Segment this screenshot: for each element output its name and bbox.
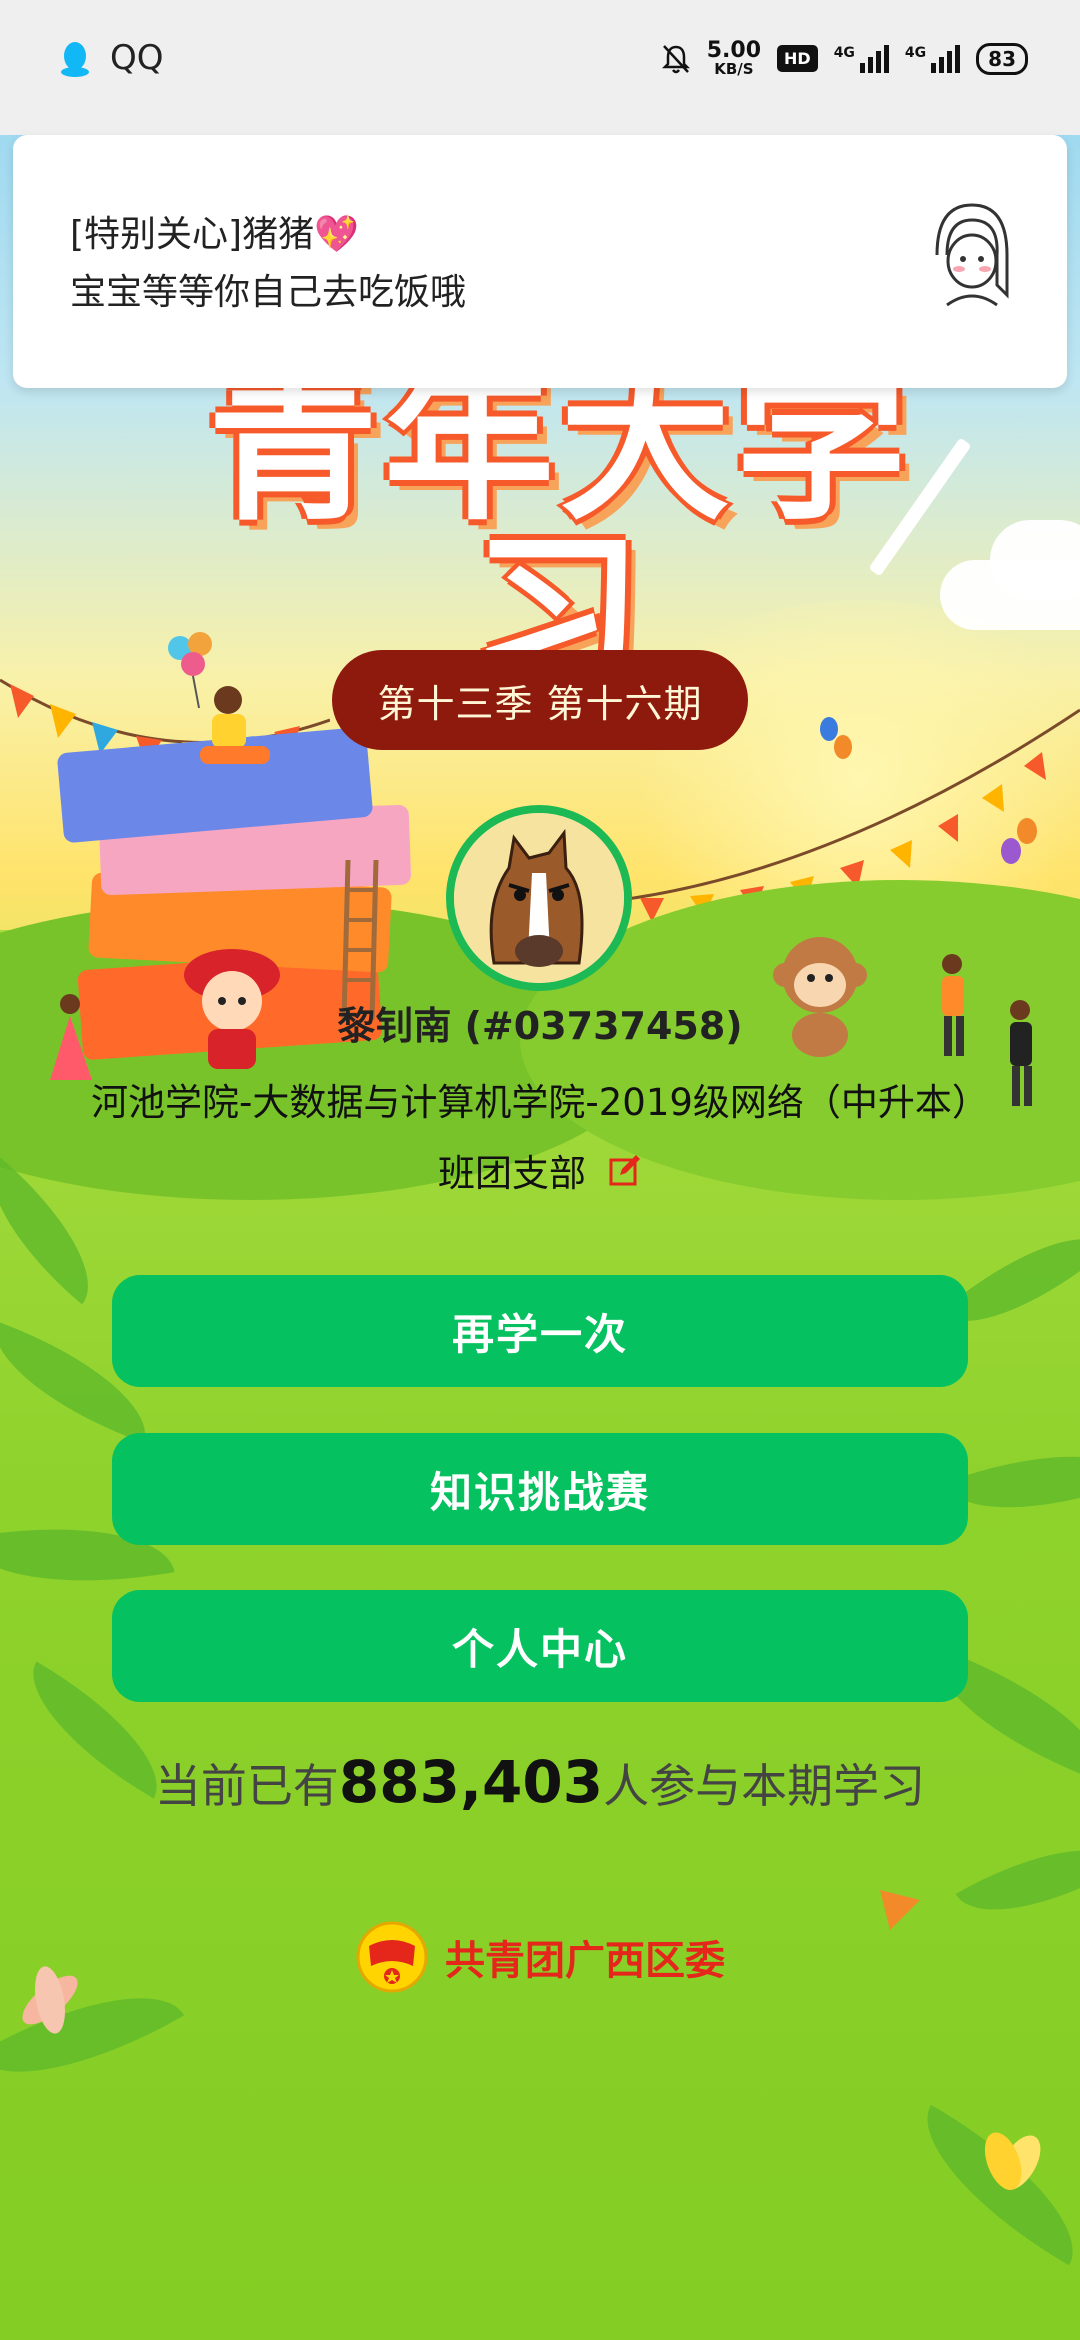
balloon-icon: [820, 717, 852, 759]
mute-bell-icon: [661, 44, 690, 73]
knowledge-quiz-button[interactable]: 知识挑战赛: [112, 1433, 968, 1545]
status-bar: QQ 5.00 KB/S HD 4G 4G 83: [0, 0, 1080, 135]
footer: 共青团广西区委: [0, 1920, 1080, 1994]
network-type: 4G: [833, 44, 855, 61]
network-speed: 5.00 KB/S: [707, 40, 761, 77]
season-badge: 第十三季 第十六期: [332, 650, 748, 750]
network-type: 4G: [904, 44, 927, 61]
banner-artwork: 青年大学习: [207, 346, 912, 714]
youth-league-emblem-icon: [356, 1921, 428, 1993]
flower-illustration: [984, 2132, 1041, 2190]
organization-path: 河池学院-大数据与计算机学院-2019级网络（中升本）: [91, 1081, 989, 1124]
user-name: 黎钊南 (#03737458): [337, 1004, 743, 1048]
relearn-button[interactable]: 再学一次: [112, 1275, 968, 1387]
notification-card[interactable]: [特别关心]猪猪💖 宝宝等等你自己去吃饭哦: [13, 135, 1067, 388]
personal-center-button[interactable]: 个人中心: [112, 1590, 968, 1702]
edit-icon[interactable]: [608, 1153, 642, 1187]
horse-avatar-icon: [454, 813, 624, 983]
participants-number: 883,403: [338, 1748, 604, 1816]
speed-unit: KB/S: [714, 60, 754, 78]
balloon-icon: [1001, 818, 1037, 864]
speed-value: 5.00: [706, 38, 762, 63]
notification-app-name: QQ: [110, 38, 164, 78]
cloud: [990, 520, 1080, 600]
participants-suffix: 人参与本期学习: [603, 1759, 926, 1813]
sender-avatar: [935, 203, 1009, 307]
branch-row: 班团支部: [0, 1143, 1080, 1197]
battery-level: 83: [976, 42, 1028, 75]
hd-voice-icon: HD: [777, 45, 818, 72]
reading-girl-illustration: [200, 686, 270, 764]
participants-prefix: 当前已有: [154, 1759, 339, 1813]
footer-organization: 共青团广西区委: [445, 1938, 725, 1984]
participant-count: 当前已有883,403人参与本期学习: [0, 1748, 1080, 1816]
signal-strength-icon: 4G: [904, 44, 961, 73]
notification-title: [特别关心]猪猪💖: [70, 214, 359, 255]
notification-body: 宝宝等等你自己去吃饭哦: [70, 272, 467, 313]
branch-name: 班团支部: [438, 1152, 586, 1195]
user-avatar[interactable]: [446, 805, 632, 991]
signal-strength-icon: 4G: [833, 44, 889, 73]
qq-penguin-icon: [61, 42, 89, 77]
